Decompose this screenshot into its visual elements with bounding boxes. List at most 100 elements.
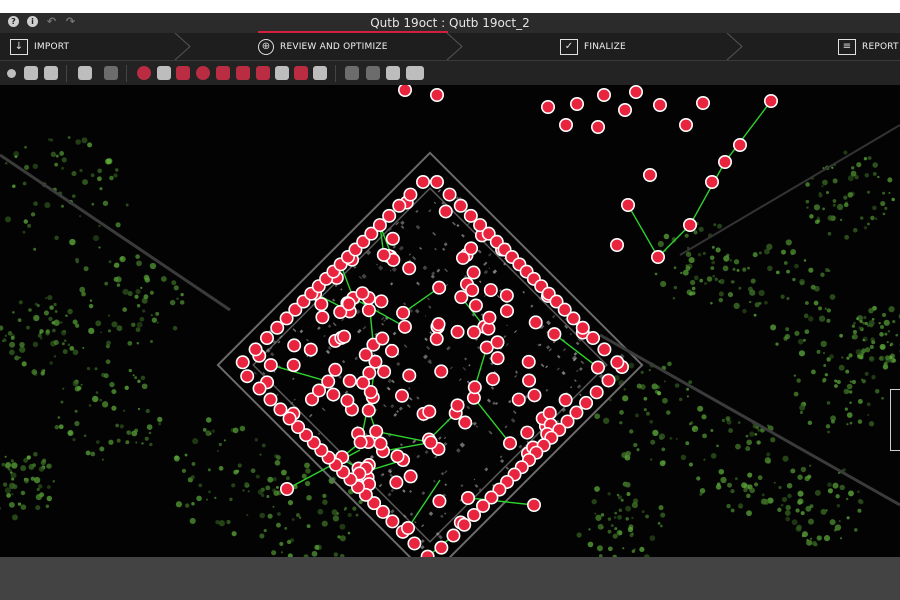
scan-position-marker[interactable]	[328, 362, 343, 377]
select-icon[interactable]	[104, 66, 118, 80]
scan-position-marker[interactable]	[590, 119, 605, 134]
scan-position-marker[interactable]	[402, 261, 417, 276]
scan-position-marker[interactable]	[520, 425, 535, 440]
scan-position-marker[interactable]	[396, 305, 411, 320]
scan-position-marker[interactable]	[466, 265, 481, 280]
scan-position-marker[interactable]	[382, 208, 397, 223]
scan-position-marker[interactable]	[467, 380, 482, 395]
display-mode-icon[interactable]	[406, 66, 424, 80]
step-finalize[interactable]: ✓ FINALIZE	[560, 33, 626, 60]
scan-position-marker[interactable]	[434, 364, 449, 379]
scan-position-marker[interactable]	[455, 250, 470, 265]
scan-position-marker[interactable]	[429, 88, 444, 102]
scan-position-marker[interactable]	[457, 517, 472, 532]
point-cloud-viewport[interactable]	[0, 85, 900, 557]
scan-position-marker[interactable]	[652, 98, 667, 112]
scan-position-marker[interactable]	[303, 342, 318, 357]
scan-position-marker[interactable]	[287, 338, 302, 353]
scan-position-marker[interactable]	[235, 355, 250, 370]
side-panel-handle[interactable]	[890, 389, 900, 451]
scan-position-marker[interactable]	[422, 404, 437, 419]
scan-position-marker[interactable]	[566, 311, 581, 326]
scan-position-marker[interactable]	[558, 117, 573, 132]
scan-position-marker[interactable]	[252, 381, 267, 396]
scan-position-marker[interactable]	[609, 238, 624, 253]
scan-position-marker[interactable]	[326, 387, 341, 402]
target-icon[interactable]	[137, 66, 151, 80]
scan-position-marker[interactable]	[400, 520, 415, 535]
measure-icon[interactable]	[78, 66, 92, 80]
scan-position-marker[interactable]	[540, 100, 555, 114]
scan-position-marker[interactable]	[361, 403, 376, 418]
scan-position-marker[interactable]	[389, 475, 404, 490]
location-pin-icon[interactable]	[294, 66, 308, 80]
scan-position-marker[interactable]	[732, 137, 747, 152]
scan-position-marker[interactable]	[442, 187, 457, 202]
point-size-icon[interactable]	[7, 69, 16, 78]
scan-position-marker[interactable]	[547, 327, 562, 342]
scan-position-marker[interactable]	[586, 331, 601, 346]
scan-position-marker[interactable]	[569, 97, 584, 111]
scan-position-marker[interactable]	[407, 536, 422, 551]
scan-position-marker[interactable]	[374, 294, 389, 309]
scan-position-marker[interactable]	[527, 388, 542, 403]
scan-position-marker[interactable]	[315, 310, 330, 325]
scan-position-marker[interactable]	[432, 280, 447, 295]
scan-position-marker[interactable]	[423, 435, 438, 450]
scan-position-marker[interactable]	[466, 325, 481, 340]
scan-position-marker[interactable]	[390, 449, 405, 464]
cloud-icon[interactable]	[176, 66, 190, 80]
mesh-icon[interactable]	[216, 66, 230, 80]
scan-position-marker[interactable]	[273, 402, 288, 417]
scan-position-marker[interactable]	[678, 117, 693, 132]
scan-position-marker[interactable]	[240, 369, 255, 384]
scan-position-marker[interactable]	[499, 288, 514, 303]
scan-position-marker[interactable]	[454, 290, 469, 305]
scan-position-marker[interactable]	[446, 528, 461, 543]
scan-position-marker[interactable]	[259, 331, 274, 346]
scan-position-marker[interactable]	[704, 175, 719, 190]
scan-position-marker[interactable]	[528, 315, 543, 330]
scan-position-marker[interactable]	[485, 372, 500, 387]
scan-position-marker[interactable]	[601, 373, 616, 388]
scan-position-marker[interactable]	[369, 424, 384, 439]
scan-position-marker[interactable]	[402, 368, 417, 383]
scan-position-marker[interactable]	[286, 358, 301, 373]
scan-position-marker[interactable]	[468, 298, 483, 313]
scan-position-marker[interactable]	[279, 481, 294, 496]
scan-position-marker[interactable]	[597, 342, 612, 357]
fit-view-icon[interactable]	[366, 66, 380, 80]
scan-position-marker[interactable]	[460, 490, 475, 505]
scan-position-marker[interactable]	[416, 174, 431, 189]
scan-position-marker[interactable]	[373, 436, 388, 451]
step-review-and-optimize[interactable]: ⊕ REVIEW AND OPTIMIZE	[258, 33, 388, 60]
scan-position-marker[interactable]	[590, 360, 605, 375]
scan-position-marker[interactable]	[312, 383, 327, 398]
scan-position-marker[interactable]	[695, 96, 710, 110]
scan-position-marker[interactable]	[432, 494, 447, 509]
scan-position-marker[interactable]	[248, 342, 263, 357]
location-settings-icon[interactable]	[313, 66, 327, 80]
scan-position-marker[interactable]	[375, 331, 390, 346]
scan-position-marker[interactable]	[385, 231, 400, 246]
tag-icon[interactable]	[157, 66, 171, 80]
scan-position-marker[interactable]	[467, 507, 482, 522]
shuffle-icon[interactable]	[345, 66, 359, 80]
scan-position-marker[interactable]	[341, 296, 356, 311]
layers-icon[interactable]	[24, 66, 38, 80]
scan-position-marker[interactable]	[589, 385, 604, 400]
scan-position-marker[interactable]	[263, 392, 278, 407]
scan-position-marker[interactable]	[420, 549, 435, 557]
scan-position-marker[interactable]	[353, 435, 368, 450]
scan-position-marker[interactable]	[450, 398, 465, 413]
scan-position-marker[interactable]	[575, 320, 590, 335]
scan-position-marker[interactable]	[377, 364, 392, 379]
point-cloud-scene[interactable]	[0, 85, 900, 557]
scan-position-marker[interactable]	[376, 247, 391, 262]
scan-position-marker[interactable]	[499, 303, 514, 318]
scan-position-marker[interactable]	[521, 354, 536, 369]
scan-position-marker[interactable]	[337, 329, 352, 344]
scan-position-marker[interactable]	[438, 204, 453, 219]
scan-position-marker[interactable]	[483, 283, 498, 298]
scan-position-marker[interactable]	[431, 317, 446, 332]
